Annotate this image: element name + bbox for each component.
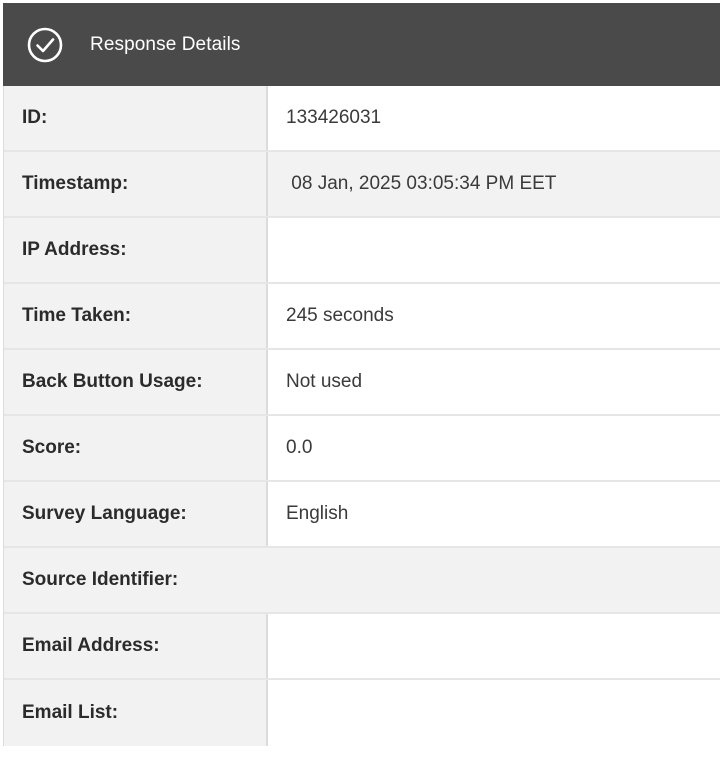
row-value: Not used xyxy=(268,350,720,414)
row-label: Email Address: xyxy=(4,614,268,678)
row-value: 08 Jan, 2025 03:05:34 PM EET xyxy=(268,152,720,216)
row-label: Survey Language: xyxy=(4,482,268,546)
row-value: 245 seconds xyxy=(268,284,720,348)
row-label: Score: xyxy=(4,416,268,480)
row-label: Source Identifier: xyxy=(4,548,720,612)
row-value xyxy=(268,680,720,746)
response-details-panel: Response Details ID: 133426031 Timestamp… xyxy=(3,3,720,746)
row-label: IP Address: xyxy=(4,218,268,282)
details-table: ID: 133426031 Timestamp: 08 Jan, 2025 03… xyxy=(3,86,720,746)
row-value: English xyxy=(268,482,720,546)
table-row-back-button-usage: Back Button Usage: Not used xyxy=(4,350,720,416)
table-row-ip-address: IP Address: xyxy=(4,218,720,284)
table-row-id: ID: 133426031 xyxy=(4,86,720,152)
table-row-email-address: Email Address: xyxy=(4,614,720,680)
table-row-source-identifier: Source Identifier: xyxy=(4,548,720,614)
check-circle-icon xyxy=(26,26,64,64)
table-row-survey-language: Survey Language: English xyxy=(4,482,720,548)
row-value: 133426031 xyxy=(268,86,720,150)
table-row-email-list: Email List: xyxy=(4,680,720,746)
row-label: Email List: xyxy=(4,680,268,746)
panel-header: Response Details xyxy=(3,3,720,86)
row-label: Timestamp: xyxy=(4,152,268,216)
row-value xyxy=(268,614,720,678)
row-label: ID: xyxy=(4,86,268,150)
table-row-time-taken: Time Taken: 245 seconds xyxy=(4,284,720,350)
row-value xyxy=(268,218,720,282)
table-row-timestamp: Timestamp: 08 Jan, 2025 03:05:34 PM EET xyxy=(4,152,720,218)
row-value: 0.0 xyxy=(268,416,720,480)
row-label: Time Taken: xyxy=(4,284,268,348)
table-row-score: Score: 0.0 xyxy=(4,416,720,482)
row-label: Back Button Usage: xyxy=(4,350,268,414)
panel-title: Response Details xyxy=(90,33,241,55)
